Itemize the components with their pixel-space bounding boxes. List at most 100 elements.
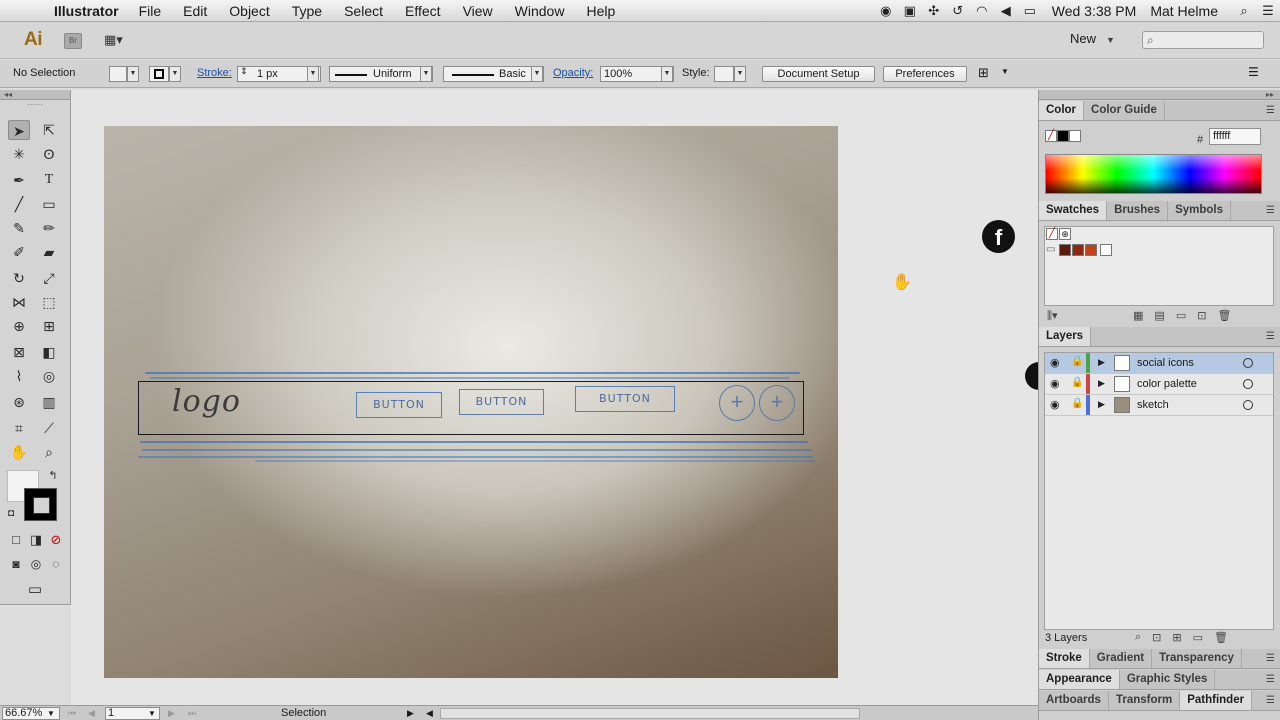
next-artboard-icon[interactable]: ▶ <box>168 707 175 720</box>
blob-brush-tool-icon[interactable]: ✐ <box>8 242 30 262</box>
new-swatch-icon[interactable]: ⊡ <box>1197 309 1206 325</box>
blend-tool-icon[interactable]: ◎ <box>38 366 60 386</box>
menu-effect[interactable]: Effect <box>394 3 452 19</box>
tab-artboards[interactable]: Artboards <box>1039 691 1109 710</box>
stroke-color-swatch[interactable] <box>149 66 169 82</box>
panel-menu-icon[interactable]: ☰ <box>1248 65 1259 81</box>
menu-object[interactable]: Object <box>218 3 280 19</box>
width-tool-icon[interactable]: ⋈ <box>8 292 30 312</box>
selection-tool-icon[interactable]: ➤ <box>8 120 30 140</box>
style-dropdown[interactable]: ▼ <box>734 66 746 82</box>
panel-menu-icon[interactable]: ☰ <box>1266 327 1275 346</box>
color-spectrum[interactable] <box>1045 154 1262 194</box>
show-kinds-icon[interactable]: ▦ <box>1133 309 1143 325</box>
gradient-tool-icon[interactable]: ◧ <box>38 342 60 362</box>
brush-dropdown[interactable]: ▼ <box>531 66 543 82</box>
visibility-eye-icon[interactable]: ◉ <box>1050 398 1060 411</box>
none-swatch-icon[interactable]: ╱ <box>1046 228 1058 240</box>
mesh-tool-icon[interactable]: ⊠ <box>8 342 30 362</box>
swatch-library-icon[interactable]: ⫼▾ <box>1047 309 1058 325</box>
stepper-icon[interactable]: ⇕ <box>240 66 248 77</box>
panel-menu-icon[interactable]: ☰ <box>1266 201 1275 220</box>
tab-graphic-styles[interactable]: Graphic Styles <box>1120 670 1216 689</box>
visibility-eye-icon[interactable]: ◉ <box>1050 356 1060 369</box>
none-mode-icon[interactable]: ⊘ <box>45 530 67 550</box>
eraser-tool-icon[interactable]: ▰ <box>38 242 60 262</box>
registration-swatch-icon[interactable]: ⊕ <box>1059 228 1071 240</box>
bridge-button[interactable]: Br <box>64 33 82 49</box>
eyedropper-tool-icon[interactable]: ⌇ <box>8 366 30 386</box>
target-circle-icon[interactable] <box>1243 358 1253 368</box>
make-clipping-mask-icon[interactable]: ⊡ <box>1152 631 1161 647</box>
perspective-grid-tool-icon[interactable]: ⊞ <box>38 316 60 336</box>
scroll-left-icon[interactable]: ◀ <box>426 707 433 720</box>
panel-menu-icon[interactable]: ☰ <box>1266 691 1275 710</box>
none-swatch-icon[interactable]: ╱ <box>1045 130 1057 142</box>
previous-artboard-icon[interactable]: ◀ <box>88 707 95 720</box>
screen-record-icon[interactable]: ◉ <box>874 3 898 19</box>
magic-wand-tool-icon[interactable]: ✳ <box>8 144 30 164</box>
panel-menu-icon[interactable]: ☰ <box>1266 649 1275 668</box>
panel-menu-icon[interactable]: ☰ <box>1266 670 1275 689</box>
lasso-tool-icon[interactable]: ʘ <box>38 144 60 164</box>
white-swatch[interactable] <box>1069 130 1081 142</box>
preferences-button[interactable]: Preferences <box>883 66 967 82</box>
stroke-dropdown-arrow[interactable]: ▼ <box>169 66 181 82</box>
new-color-group-icon[interactable]: ▭ <box>1176 309 1186 325</box>
lock-icon[interactable]: 🔒 <box>1071 377 1083 388</box>
horizontal-scrollbar[interactable] <box>440 708 860 719</box>
stroke-swatch[interactable] <box>24 488 57 521</box>
arrange-documents-icon[interactable]: ▦▾ <box>104 32 132 50</box>
color-mode-icon[interactable]: □ <box>5 530 27 550</box>
help-search-input[interactable]: ⌕ <box>1142 31 1264 49</box>
expand-triangle-icon[interactable]: ▶ <box>1098 399 1105 410</box>
hex-input[interactable]: ffffff <box>1209 128 1261 145</box>
layer-row[interactable]: ◉ 🔒 ▶ sketch <box>1045 395 1273 416</box>
fill-color-swatch[interactable] <box>109 66 127 82</box>
hand-tool-icon[interactable]: ✋ <box>8 442 30 462</box>
dock-collapse-icon[interactable]: ▸▸ <box>1039 90 1280 100</box>
draw-inside-icon[interactable]: ◌ <box>45 554 67 574</box>
tab-layers[interactable]: Layers <box>1039 327 1092 346</box>
swatch-dark-brown[interactable] <box>1059 244 1071 256</box>
menu-window[interactable]: Window <box>504 3 576 19</box>
tab-color[interactable]: Color <box>1039 101 1085 120</box>
swap-fill-stroke-icon[interactable]: ↰ <box>42 466 64 486</box>
shape-builder-tool-icon[interactable]: ⊕ <box>8 316 30 336</box>
tab-swatches[interactable]: Swatches <box>1039 201 1108 220</box>
menu-select[interactable]: Select <box>333 3 394 19</box>
target-circle-icon[interactable] <box>1243 379 1253 389</box>
opacity-panel-link[interactable]: Opacity: <box>553 67 593 83</box>
artboard-tool-icon[interactable]: ⌗ <box>8 418 30 438</box>
column-graph-tool-icon[interactable]: ▥ <box>38 392 60 412</box>
new-sublayer-icon[interactable]: ⊞ <box>1172 631 1181 647</box>
clock[interactable]: Wed 3:38 PM <box>1052 3 1137 19</box>
direct-selection-tool-icon[interactable]: ⇱ <box>38 120 60 140</box>
draw-normal-icon[interactable]: ◙ <box>5 554 27 574</box>
layer-name[interactable]: social icons <box>1137 357 1194 369</box>
battery-icon[interactable]: ▭ <box>1018 3 1042 19</box>
tab-color-guide[interactable]: Color Guide <box>1084 101 1165 120</box>
time-machine-icon[interactable]: ↺ <box>946 3 970 19</box>
tab-symbols[interactable]: Symbols <box>1168 201 1232 220</box>
tab-stroke[interactable]: Stroke <box>1039 649 1090 668</box>
tab-transform[interactable]: Transform <box>1109 691 1181 710</box>
locate-object-icon[interactable]: ⌕ <box>1135 631 1141 647</box>
pencil-tool-icon[interactable]: ✏ <box>38 218 60 238</box>
panel-grip-icon[interactable]: ⋯⋯ <box>0 100 70 110</box>
delete-icon[interactable]: 🗑 <box>1214 631 1228 647</box>
new-layer-icon[interactable]: ▭ <box>1193 631 1203 647</box>
stroke-panel-link[interactable]: Stroke: <box>197 67 232 83</box>
variable-width-profile[interactable]: Uniform <box>329 66 433 82</box>
layer-name[interactable]: color palette <box>1137 378 1197 390</box>
tab-appearance[interactable]: Appearance <box>1039 670 1120 689</box>
artboard-dropdown-icon[interactable]: ▼ <box>148 707 156 720</box>
last-artboard-icon[interactable]: ⏭ <box>188 707 196 720</box>
screen-mode-icon[interactable]: ▭ <box>24 580 46 600</box>
rectangle-tool-icon[interactable]: ▭ <box>38 194 60 214</box>
graphic-style-swatch[interactable] <box>714 66 734 82</box>
pen-tool-icon[interactable]: ✒ <box>8 170 30 190</box>
profile-dropdown[interactable]: ▼ <box>420 66 432 82</box>
draw-behind-icon[interactable]: ◎ <box>25 554 47 574</box>
line-tool-icon[interactable]: ╱ <box>8 194 30 214</box>
